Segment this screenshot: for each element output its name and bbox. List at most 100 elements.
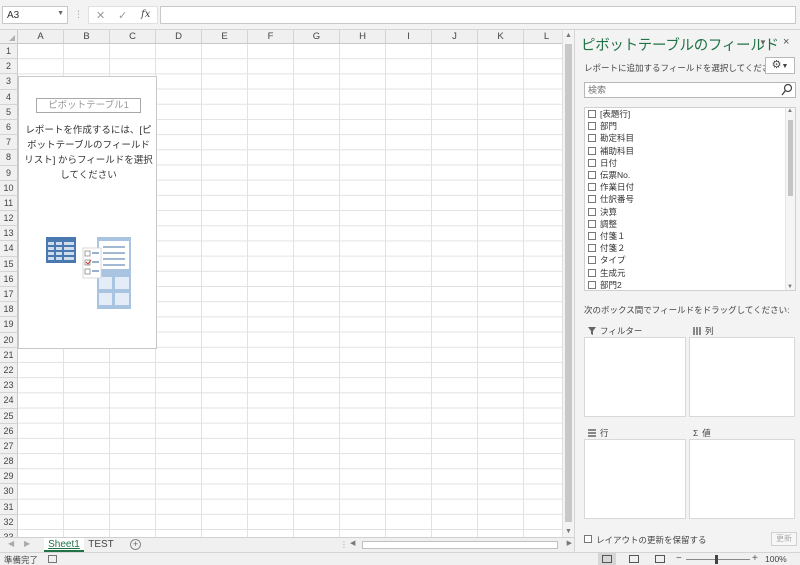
scroll-up-icon[interactable]: ▲ (565, 32, 572, 39)
update-button[interactable]: 更新 (771, 532, 797, 546)
row-header[interactable]: 33 (0, 530, 18, 537)
macro-record-icon[interactable] (48, 555, 57, 563)
enter-icon[interactable]: ✓ (118, 9, 127, 22)
field-list-scrollbar[interactable]: ▲ ▼ (785, 108, 795, 290)
row-header[interactable]: 4 (0, 89, 18, 105)
values-drop-area[interactable] (689, 439, 795, 519)
field-checkbox[interactable] (588, 110, 596, 119)
field-checkbox[interactable] (588, 244, 596, 253)
pane-options-chevron-icon[interactable]: ▼ (759, 38, 767, 47)
column-header[interactable]: K (478, 30, 524, 44)
sheet-tab-test[interactable]: TEST (86, 538, 116, 552)
row-header[interactable]: 21 (0, 347, 18, 363)
field-checkbox[interactable] (588, 146, 596, 155)
field-item[interactable]: 日付 (585, 157, 795, 169)
row-header[interactable]: 19 (0, 317, 18, 333)
field-checkbox[interactable] (588, 231, 596, 240)
column-header[interactable]: I (386, 30, 432, 44)
field-item[interactable]: 作業日付 (585, 181, 795, 193)
rows-drop-area[interactable] (584, 439, 686, 519)
field-item[interactable]: 調整 (585, 218, 795, 230)
page-layout-view-button[interactable] (625, 553, 643, 565)
column-header[interactable]: B (64, 30, 110, 44)
columns-drop-area[interactable] (689, 337, 795, 417)
scroll-up-icon[interactable]: ▲ (787, 108, 793, 114)
row-header[interactable]: 30 (0, 484, 18, 500)
column-header[interactable]: L (524, 30, 562, 44)
cancel-icon[interactable]: ✕ (96, 9, 105, 22)
row-header[interactable]: 17 (0, 287, 18, 303)
tools-button[interactable]: ⚙▼ (765, 57, 795, 74)
row-header[interactable]: 3 (0, 74, 18, 90)
field-checkbox[interactable] (588, 256, 596, 265)
vertical-scroll-thumb[interactable] (565, 44, 572, 522)
row-header[interactable]: 2 (0, 59, 18, 75)
zoom-in-button[interactable]: + (752, 553, 758, 564)
row-header[interactable]: 23 (0, 378, 18, 394)
row-header[interactable]: 31 (0, 499, 18, 515)
column-header[interactable]: F (248, 30, 294, 44)
search-icon[interactable] (781, 83, 793, 97)
row-header[interactable]: 11 (0, 195, 18, 212)
row-header[interactable]: 9 (0, 165, 18, 181)
row-header[interactable]: 32 (0, 514, 18, 530)
row-header[interactable]: 12 (0, 211, 18, 227)
field-checkbox[interactable] (588, 219, 596, 228)
column-header[interactable]: D (156, 30, 202, 44)
row-header[interactable]: 5 (0, 104, 18, 120)
row-header[interactable]: 1 (0, 44, 18, 60)
scroll-right-icon[interactable]: ▶ (567, 539, 572, 547)
field-item[interactable]: 付箋２ (585, 242, 795, 254)
field-search[interactable] (584, 82, 796, 98)
row-header[interactable]: 22 (0, 362, 18, 379)
next-sheet-icon[interactable]: ▶ (24, 539, 30, 548)
field-item[interactable]: タイプ (585, 254, 795, 266)
row-header[interactable]: 24 (0, 393, 18, 409)
field-checkbox[interactable] (588, 171, 596, 180)
row-header[interactable]: 27 (0, 438, 18, 455)
horizontal-scroll-thumb[interactable] (362, 541, 558, 549)
column-header[interactable]: G (294, 30, 340, 44)
pivottable-placeholder[interactable]: ピボットテーブル1 レポートを作成するには、[ピボットテーブルのフィールド リス… (18, 76, 157, 349)
close-icon[interactable]: × (783, 36, 789, 48)
field-checkbox[interactable] (588, 207, 596, 216)
row-header[interactable]: 10 (0, 180, 18, 196)
formula-input[interactable] (160, 6, 796, 24)
scroll-down-icon[interactable]: ▼ (787, 284, 793, 290)
field-item[interactable]: 伝票No. (585, 169, 795, 181)
field-checkbox[interactable] (588, 122, 596, 131)
column-header[interactable]: A (18, 30, 64, 44)
row-header[interactable]: 26 (0, 423, 18, 439)
insert-function-icon[interactable]: fx (141, 9, 150, 20)
row-header[interactable]: 6 (0, 119, 18, 136)
page-break-view-button[interactable] (651, 553, 669, 565)
column-header[interactable]: E (202, 30, 248, 44)
zoom-level[interactable]: 100% (765, 554, 787, 564)
row-header[interactable]: 29 (0, 469, 18, 485)
name-box-dropdown-icon[interactable]: ▼ (57, 10, 64, 17)
field-item[interactable]: 生成元 (585, 266, 795, 278)
vertical-scrollbar[interactable]: ▲ ▼ (562, 30, 574, 537)
field-checkbox[interactable] (588, 195, 596, 204)
row-header[interactable]: 28 (0, 454, 18, 470)
field-item[interactable]: 決算 (585, 206, 795, 218)
field-item[interactable]: 部門 (585, 120, 795, 132)
field-item[interactable]: 補助科目 (585, 145, 795, 157)
column-header[interactable]: H (340, 30, 386, 44)
field-item[interactable]: 仕訳番号 (585, 193, 795, 205)
defer-update-checkbox[interactable] (584, 535, 592, 543)
zoom-out-button[interactable]: − (676, 553, 682, 564)
field-item[interactable]: 付箋１ (585, 230, 795, 242)
field-checkbox[interactable] (588, 268, 596, 277)
prev-sheet-icon[interactable]: ◀ (8, 539, 14, 548)
zoom-slider-thumb[interactable] (715, 555, 718, 564)
tab-split-handle-icon[interactable]: ⋮ (340, 540, 348, 549)
column-header[interactable]: J (432, 30, 478, 44)
field-checkbox[interactable] (588, 158, 596, 167)
select-all-corner[interactable] (0, 30, 18, 44)
row-header[interactable]: 15 (0, 256, 18, 272)
row-header[interactable]: 18 (0, 302, 18, 318)
scroll-left-icon[interactable]: ◀ (350, 539, 355, 547)
field-search-input[interactable] (588, 85, 768, 95)
horizontal-scrollbar[interactable]: ◀ ▶ (350, 539, 572, 551)
